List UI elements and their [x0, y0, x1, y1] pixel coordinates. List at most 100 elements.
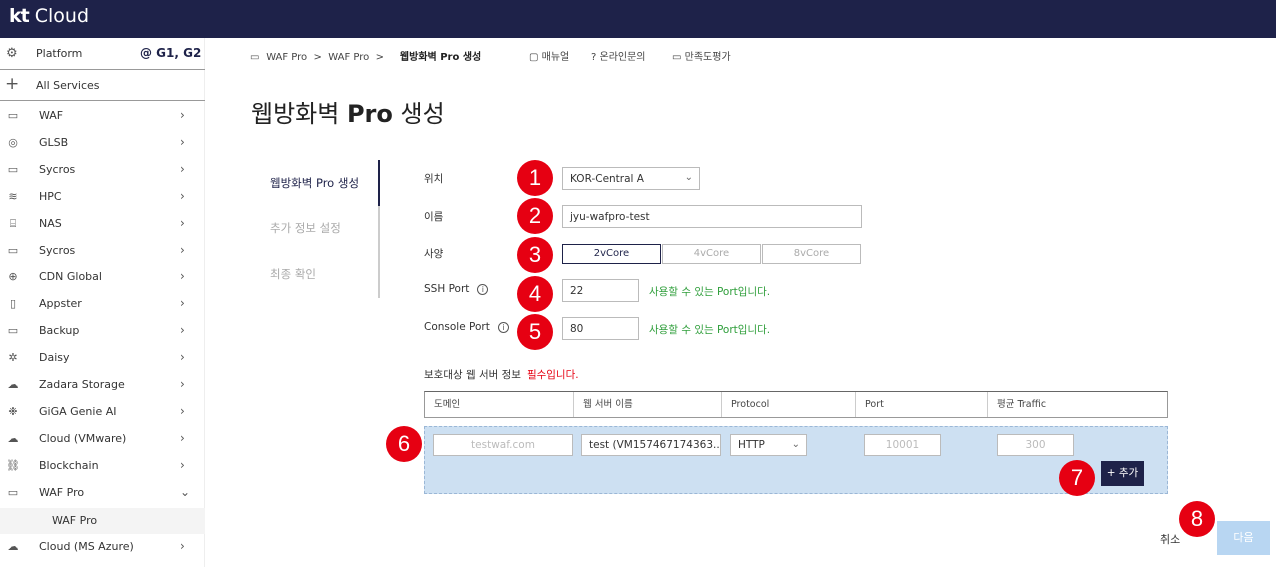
- blockchain-icon: ⛓: [6, 459, 20, 472]
- next-button[interactable]: 다음: [1217, 521, 1270, 555]
- chevron-down-icon: ⌄: [791, 439, 800, 450]
- chevron-right-icon: ›: [180, 431, 185, 445]
- sidebar-subitem-waf-pro[interactable]: WAF Pro: [0, 508, 205, 534]
- callout-badge-3: 3: [517, 237, 553, 273]
- sidebar-item-sycros-2[interactable]: ▭ Sycros ›: [0, 237, 205, 264]
- rating-icon: ▭: [672, 52, 682, 63]
- column-header-server-name: 웹 서버 이름: [574, 392, 722, 417]
- chevron-right-icon: ›: [180, 404, 185, 418]
- location-select[interactable]: KOR-Central A ⌄: [562, 167, 700, 190]
- step-navigator: 웹방화벽 Pro 생성 추가 정보 설정 최종 확인: [258, 160, 380, 298]
- mobile-icon: ▯: [9, 297, 17, 310]
- table-row: testwaf.com test (VM157467174363... HTTP…: [424, 426, 1168, 494]
- sidebar-item-zadara-storage[interactable]: ☁ Zadara Storage ›: [0, 371, 205, 398]
- breadcrumb: ▭ WAF Pro > WAF Pro > 웹방화벽 Pro 생성: [250, 48, 481, 63]
- sidebar-item-blockchain[interactable]: ⛓ Blockchain ›: [0, 452, 205, 479]
- chevron-right-icon: ›: [180, 243, 185, 257]
- ssh-port-input[interactable]: 22: [562, 279, 639, 302]
- callout-badge-5: 5: [517, 314, 553, 350]
- book-icon: ▢: [529, 52, 539, 63]
- sidebar-item-giga-genie-ai[interactable]: ❉ GiGA Genie AI ›: [0, 398, 205, 425]
- sidebar-item-backup[interactable]: ▭ Backup ›: [0, 317, 205, 344]
- info-icon[interactable]: i: [497, 322, 509, 333]
- satisfaction-survey-link[interactable]: ▭ 만족도평가: [672, 48, 731, 63]
- sidebar-item-sycros[interactable]: ▭ Sycros ›: [0, 156, 205, 183]
- column-header-protocol: Protocol: [722, 392, 856, 417]
- active-step-indicator: [378, 160, 380, 206]
- protocol-select[interactable]: HTTP ⌄: [730, 434, 807, 456]
- server-name-select[interactable]: test (VM157467174363...: [581, 434, 721, 456]
- sidebar-item-waf[interactable]: ▭ WAF ›: [0, 102, 205, 129]
- sidebar-item-daisy[interactable]: ✲ Daisy ›: [0, 344, 205, 371]
- spec-label: 사양: [424, 248, 444, 260]
- required-notice: 필수입니다.: [526, 369, 579, 381]
- breadcrumb-waf-pro-2[interactable]: WAF Pro: [328, 52, 369, 63]
- callout-badge-4: 4: [517, 276, 553, 312]
- server-icon: ▭: [7, 163, 19, 176]
- console-port-status: 사용할 수 있는 Port입니다.: [649, 324, 771, 336]
- chevron-right-icon: ›: [180, 377, 185, 391]
- callout-badge-2: 2: [517, 198, 553, 234]
- ssh-port-label: SSH Port i: [424, 283, 489, 295]
- spec-2vcore-option[interactable]: 2vCore: [562, 244, 661, 264]
- domain-input[interactable]: testwaf.com: [433, 434, 573, 456]
- gear-icon: ⚙: [6, 46, 18, 61]
- sidebar-item-cloud-vmware[interactable]: ☁ Cloud (VMware) ›: [0, 425, 205, 452]
- column-header-domain: 도메인: [425, 392, 574, 417]
- step-additional-info: 추가 정보 설정: [270, 221, 341, 235]
- all-services-item[interactable]: + All Services: [0, 71, 205, 101]
- globe-icon: ⊕: [8, 270, 18, 283]
- chevron-right-icon: ›: [180, 162, 185, 176]
- chevron-right-icon: ›: [180, 539, 185, 553]
- globe-lb-icon: ◎: [8, 136, 18, 149]
- column-header-port: Port: [856, 392, 988, 417]
- ai-icon: ❉: [8, 405, 18, 418]
- name-label: 이름: [424, 211, 444, 223]
- name-input[interactable]: jyu-wafpro-test: [562, 205, 862, 228]
- cancel-button[interactable]: 취소: [1160, 531, 1180, 547]
- server-table-header: 도메인 웹 서버 이름 Protocol Port 평균 Traffic: [424, 391, 1168, 418]
- cloud-icon: ☁: [7, 432, 19, 445]
- online-inquiry-link[interactable]: ? 온라인문의: [591, 48, 646, 63]
- database-icon: ⌸: [9, 217, 17, 230]
- column-header-traffic: 평균 Traffic: [997, 399, 1047, 410]
- sidebar-item-nas[interactable]: ⌸ NAS ›: [0, 210, 205, 237]
- plus-icon: +: [5, 74, 20, 94]
- sidebar-item-hpc[interactable]: ≋ HPC ›: [0, 183, 205, 210]
- cloud-storage-icon: ☁: [7, 378, 19, 391]
- chevron-right-icon: ›: [180, 108, 185, 122]
- sidebar-item-glsb[interactable]: ◎ GLSB ›: [0, 129, 205, 156]
- spec-8vcore-option[interactable]: 8vCore: [762, 244, 861, 264]
- chevron-right-icon: ›: [180, 323, 185, 337]
- sidebar-item-waf-pro[interactable]: ▭ WAF Pro ⌄: [0, 479, 205, 506]
- callout-badge-1: 1: [517, 160, 553, 196]
- sidebar-item-cdn-global[interactable]: ⊕ CDN Global ›: [0, 263, 205, 290]
- chevron-right-icon: ›: [180, 269, 185, 283]
- chevron-right-icon: ›: [180, 350, 185, 364]
- platform-value: @ G1, G2: [140, 46, 202, 60]
- top-bar: kt Cloud: [0, 0, 1276, 38]
- atom-icon: ✲: [8, 351, 18, 364]
- chevron-right-icon: ›: [180, 296, 185, 310]
- sidebar-item-appster[interactable]: ▯ Appster ›: [0, 290, 205, 317]
- info-icon[interactable]: i: [477, 284, 489, 295]
- chevron-right-icon: ›: [180, 135, 185, 149]
- kt-cloud-logo[interactable]: kt Cloud: [9, 5, 89, 27]
- spec-4vcore-option[interactable]: 4vCore: [662, 244, 761, 264]
- protected-server-section-title: 보호대상 웹 서버 정보 필수입니다.: [424, 369, 579, 381]
- port-input[interactable]: 10001: [864, 434, 941, 456]
- sidebar-item-cloud-ms-azure[interactable]: ☁ Cloud (MS Azure) ›: [0, 533, 205, 560]
- server-icon: ▭: [7, 244, 19, 257]
- add-row-button[interactable]: + 추가: [1101, 461, 1144, 486]
- manual-link[interactable]: ▢ 매뉴얼: [529, 48, 569, 63]
- callout-badge-8: 8: [1179, 501, 1215, 537]
- all-services-label: All Services: [36, 79, 100, 92]
- platform-selector[interactable]: ⚙ Platform @ G1, G2: [0, 38, 205, 70]
- platform-label: Platform: [36, 47, 83, 60]
- breadcrumb-waf-pro[interactable]: WAF Pro: [266, 52, 307, 63]
- server-icon: ▭: [250, 52, 260, 63]
- traffic-input[interactable]: 300: [997, 434, 1074, 456]
- question-icon: ?: [591, 52, 597, 63]
- chevron-right-icon: ›: [180, 216, 185, 230]
- console-port-input[interactable]: 80: [562, 317, 639, 340]
